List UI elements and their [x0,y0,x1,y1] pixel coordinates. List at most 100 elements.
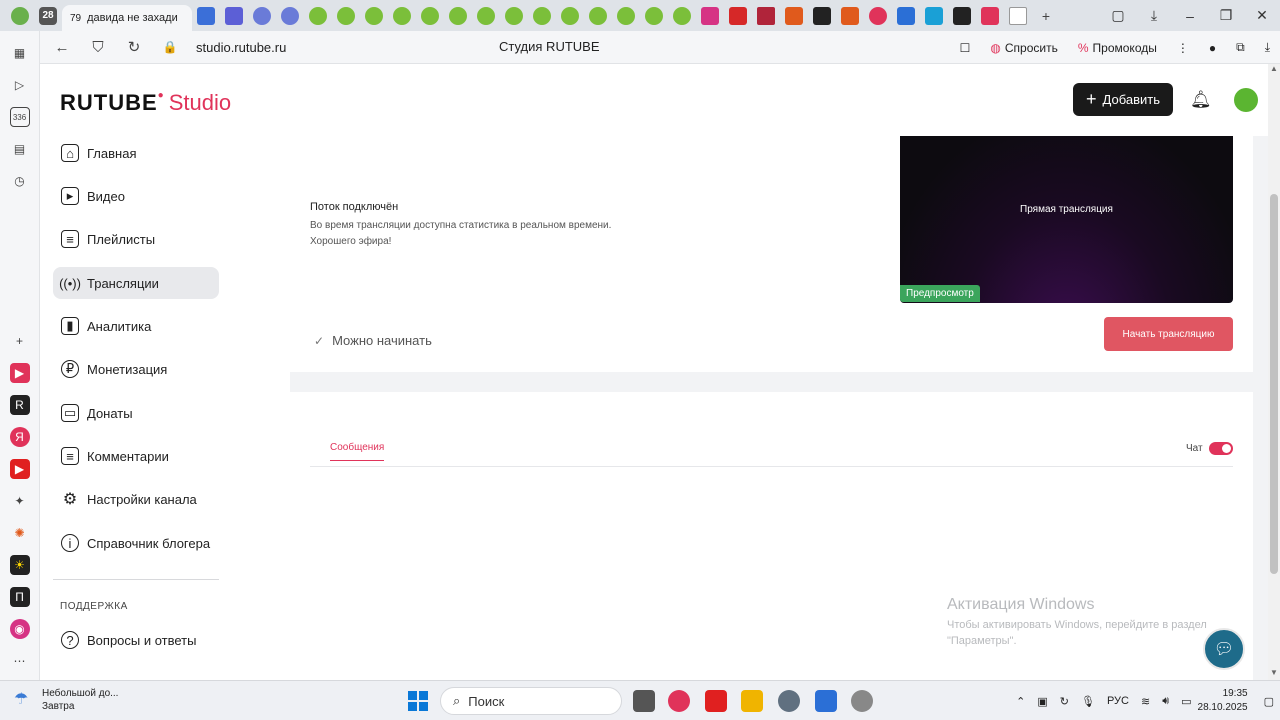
ask-button[interactable]: ◍ Спросить [980,37,1067,59]
tab-site-icon[interactable] [645,6,663,25]
sidebar-item-faq[interactable]: ? Вопросы и ответы [53,624,219,656]
monitor-app-icon[interactable] [705,690,727,712]
add-button[interactable]: + Добавить [1073,83,1173,116]
start-broadcast-button[interactable]: Начать трансляцию [1104,317,1233,351]
tab-site-icon[interactable] [393,6,411,25]
tab-globe-icon[interactable] [281,6,299,25]
browser-menu-icon[interactable] [11,6,29,25]
panel-grid-icon[interactable]: ▦ [10,43,30,63]
tab-site-icon[interactable] [673,6,691,25]
battery-icon[interactable]: ▭ [1181,695,1191,708]
sidebar-item-comments[interactable]: ≡ Комментарии [53,440,219,472]
tab-globe-icon[interactable] [253,6,271,25]
tab-rutube-icon[interactable] [813,6,831,25]
tab-site-icon[interactable] [309,6,327,25]
tab-app-icon[interactable] [225,6,243,25]
panel-yandex-icon[interactable]: Я [9,427,30,447]
panel-burst-icon[interactable]: ✺ [10,523,30,543]
panel-add-icon[interactable]: + [10,331,30,351]
avatar[interactable] [1234,88,1258,112]
close-icon[interactable]: ✕ [1244,7,1280,24]
windows-start-icon[interactable] [408,691,428,711]
url-text[interactable]: studio.rutube.ru [196,40,286,55]
panel-alice-icon[interactable]: ◉ [9,619,30,639]
sidebar-item-donations[interactable]: ▭ Донаты [53,397,219,429]
tab-site-icon[interactable] [785,6,803,25]
back-icon[interactable]: ← [48,39,76,56]
panel-sun-icon[interactable]: ☀ [9,555,30,575]
tab-site-icon[interactable] [925,6,943,25]
tab-site-icon[interactable] [617,6,635,25]
tab-mail-icon[interactable] [197,6,215,25]
panel-note-icon[interactable]: ▤ [10,139,30,159]
wifi-icon[interactable]: ≋ [1141,695,1150,708]
downloads-icon[interactable]: ⤓ [1136,7,1172,24]
tab-messages[interactable]: Сообщения [330,442,385,461]
task-view-icon[interactable] [633,690,655,712]
tab-site-icon[interactable] [757,6,775,25]
promo-button[interactable]: % Промокоды [1068,37,1167,59]
page-scrollbar[interactable]: ▲ ▼ [1268,64,1280,680]
tab-document-icon[interactable] [1009,6,1027,25]
app-icon[interactable] [815,690,837,712]
tab-site-icon[interactable] [533,6,551,25]
active-browser-tab[interactable]: 79 давида не захади [62,5,192,31]
sidebar-item-playlists[interactable]: ≡ Плейлисты [53,223,219,255]
tab-site-icon[interactable] [421,6,439,25]
more-icon[interactable]: ⋮ [1167,37,1199,59]
tab-site-icon[interactable] [841,6,859,25]
download-icon[interactable]: ⤓ [1255,36,1280,59]
language-indicator[interactable]: РУС [1107,695,1129,707]
tab-site-icon[interactable] [337,6,355,25]
tab-counter-badge[interactable]: 28 [39,6,57,25]
reload-icon[interactable]: ↻ [120,38,148,56]
new-tab-icon[interactable]: + [1037,7,1055,25]
yandex-browser-icon[interactable] [668,690,690,712]
notifications-icon[interactable]: ▢ [1264,695,1274,708]
stream-preview[interactable]: Прямая трансляция Предпросмотр [900,136,1233,303]
extensions-icon[interactable]: ⧉ [1226,36,1255,59]
bookmark-icon[interactable]: ☐ [950,37,981,59]
tray-app-icon[interactable]: ▣ [1037,695,1047,708]
scroll-thumb[interactable] [1270,194,1278,574]
tab-site-icon[interactable] [561,6,579,25]
panel-p-icon[interactable]: П [9,587,30,607]
panel-history-icon[interactable]: ◷ [10,171,30,191]
tray-expand-icon[interactable]: ⌃ [1016,695,1025,708]
lock-icon[interactable]: 🔒 [156,40,184,54]
tab-site-icon[interactable] [897,6,915,25]
chat-toggle[interactable] [1209,442,1233,455]
sidebar-item-blogger-guide[interactable]: i Справочник блогера [53,527,219,559]
panel-more-icon[interactable]: ⋯ [10,651,30,671]
tab-site-icon[interactable] [365,6,383,25]
bell-icon[interactable]: 🔔︎ [1190,90,1212,110]
panel-rutube-icon[interactable]: ▶ [9,363,30,383]
panel-r-icon[interactable]: R [9,395,30,415]
tab-site-icon[interactable] [505,6,523,25]
tab-menu-icon[interactable]: ▢ [1100,7,1136,24]
weather-widget[interactable]: ☂ Небольшой до... Завтра [14,687,118,713]
sidebar-item-home[interactable]: ⌂ Главная [53,137,219,169]
tab-site-icon[interactable] [477,6,495,25]
tab-site-icon[interactable] [449,6,467,25]
taskbar-search[interactable]: ⌕ Поиск [440,687,622,715]
scroll-up-icon[interactable]: ▲ [1270,64,1278,73]
tab-site-icon[interactable] [589,6,607,25]
shield-icon[interactable]: ⛉ [84,39,112,56]
tab-rutube-icon[interactable] [953,6,971,25]
sidebar-item-channel-settings[interactable]: ⚙ Настройки канала [53,483,219,515]
tab-site-icon[interactable] [869,6,887,25]
sidebar-item-analytics[interactable]: ▮ Аналитика [53,310,219,342]
tray-sync-icon[interactable]: ↻ [1060,695,1069,708]
rutube-studio-logo[interactable]: RUTUBE● Studio [60,90,231,116]
support-chat-button[interactable]: 💬︎ [1203,628,1245,670]
obs-icon[interactable] [851,690,873,712]
panel-youtube-icon[interactable]: ▶ [9,459,30,479]
clock[interactable]: 19:35 28.10.2025 [1198,687,1248,715]
tab-studio-icon[interactable] [981,6,999,25]
sidebar-item-monetization[interactable]: ₽ Монетизация [53,353,219,385]
sidebar-item-video[interactable]: ▸ Видео [53,180,219,212]
panel-star-icon[interactable]: ✦ [10,491,30,511]
minimize-icon[interactable]: – [1172,8,1208,24]
tab-site-icon[interactable] [701,6,719,25]
